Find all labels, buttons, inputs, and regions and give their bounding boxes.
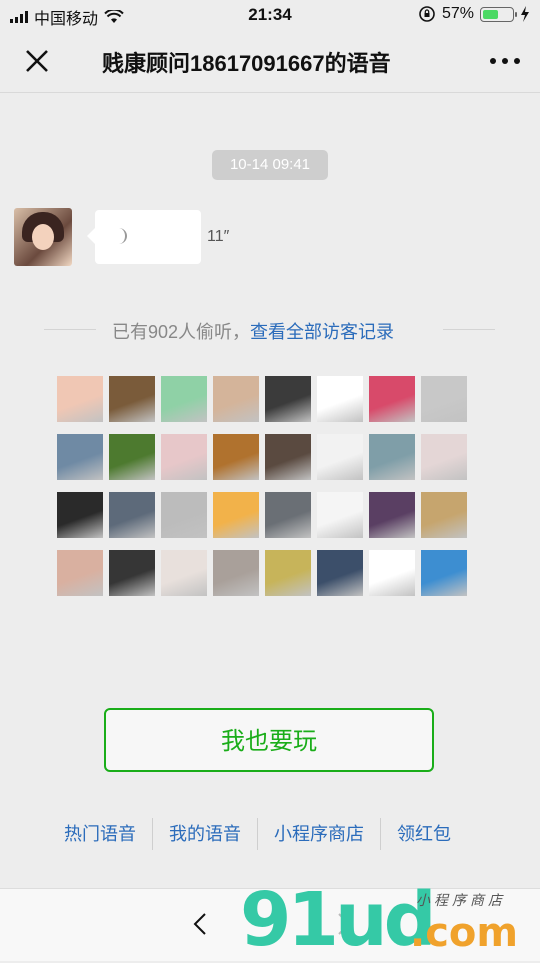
visitor-avatar[interactable] (109, 434, 155, 480)
visitor-avatar[interactable] (421, 434, 467, 480)
visitor-avatar[interactable] (317, 550, 363, 596)
voice-wave-icon (115, 228, 127, 244)
more-icon[interactable] (490, 58, 520, 64)
visitor-avatar-grid (57, 376, 467, 596)
battery-icon (480, 6, 517, 22)
mini-program-store-link[interactable]: 小程序商店 (257, 818, 380, 850)
view-visitors-link[interactable]: 查看全部访客记录 (250, 322, 394, 342)
watermark-logo: 91ud 小程序商店 .com (240, 880, 540, 960)
visitor-avatar[interactable] (213, 376, 259, 422)
visitor-avatar[interactable] (109, 492, 155, 538)
visitor-avatar[interactable] (213, 492, 259, 538)
visitor-avatar[interactable] (57, 492, 103, 538)
watermark-tagline: 小程序商店 (416, 893, 506, 909)
visitor-avatar[interactable] (213, 550, 259, 596)
visitor-avatar[interactable] (57, 434, 103, 480)
visitor-count-text: 已有902人偷听， (112, 322, 251, 342)
visitors-divider: 已有902人偷听，查看全部访客记录 (44, 316, 495, 344)
visitor-avatar[interactable] (161, 434, 207, 480)
visitor-avatar[interactable] (161, 492, 207, 538)
visitor-avatar[interactable] (369, 492, 415, 538)
visitor-avatar[interactable] (109, 550, 155, 596)
visitor-avatar[interactable] (369, 550, 415, 596)
visitor-avatar[interactable] (421, 492, 467, 538)
watermark-brand: 91ud (240, 877, 437, 963)
visitor-avatar[interactable] (369, 434, 415, 480)
visitor-avatar[interactable] (317, 492, 363, 538)
visitor-avatar[interactable] (213, 434, 259, 480)
voice-duration: 11″ (207, 228, 230, 245)
back-arrow-icon[interactable] (188, 911, 214, 937)
visitor-avatar[interactable] (317, 434, 363, 480)
visitor-avatar[interactable] (369, 376, 415, 422)
visitor-avatar[interactable] (265, 550, 311, 596)
nav-bar: 贱康顾问18617091667的语音 (0, 30, 540, 93)
my-voice-link[interactable]: 我的语音 (152, 818, 257, 850)
red-packet-link[interactable]: 领红包 (380, 818, 467, 850)
visitor-avatar[interactable] (265, 492, 311, 538)
orientation-lock-icon (419, 6, 435, 22)
charging-icon (521, 6, 529, 22)
hot-voice-link[interactable]: 热门语音 (50, 818, 152, 850)
page-title: 贱康顾问18617091667的语音 (102, 46, 458, 78)
message-timestamp: 10-14 09:41 (212, 150, 328, 180)
status-bar: 中国移动 21:34 57% (0, 0, 540, 30)
close-icon[interactable] (22, 46, 52, 76)
visitor-avatar[interactable] (161, 550, 207, 596)
watermark-domain: .com (410, 910, 519, 956)
visitor-avatar[interactable] (265, 376, 311, 422)
visitor-avatar[interactable] (421, 550, 467, 596)
visitor-avatar[interactable] (109, 376, 155, 422)
voice-message-bubble[interactable] (87, 210, 201, 264)
visitor-avatar[interactable] (317, 376, 363, 422)
sender-avatar[interactable] (14, 208, 72, 266)
visitor-avatar[interactable] (421, 376, 467, 422)
visitor-avatar[interactable] (57, 376, 103, 422)
visitor-avatar[interactable] (57, 550, 103, 596)
play-too-button[interactable]: 我也要玩 (104, 708, 434, 772)
visitor-avatar[interactable] (265, 434, 311, 480)
footer-links: 热门语音 我的语音 小程序商店 领红包 (50, 818, 490, 850)
battery-percent: 57% (441, 5, 474, 22)
visitor-avatar[interactable] (161, 376, 207, 422)
